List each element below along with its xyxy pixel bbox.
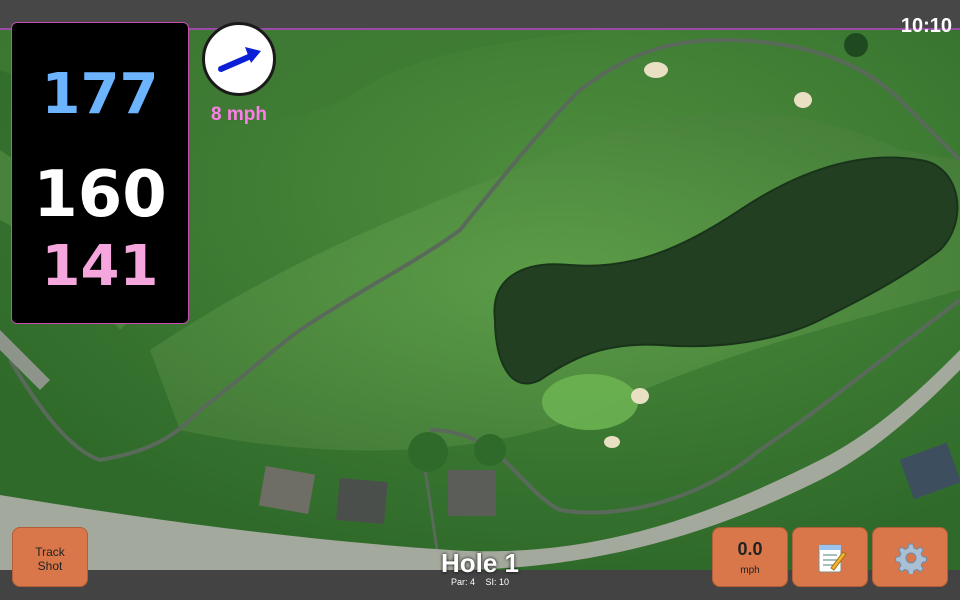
hole-info: Par: 4 SI: 10 — [380, 577, 580, 587]
hole-stroke-index: SI: 10 — [485, 577, 510, 587]
wind-direction-dial — [202, 22, 276, 96]
notes-button[interactable] — [792, 527, 868, 587]
settings-button[interactable] — [872, 527, 948, 587]
yardage-panel: 177 160 141 — [11, 22, 189, 324]
hole-par: Par: 4 — [450, 577, 475, 587]
speed-unit: mph — [740, 565, 760, 576]
hole-title: Hole 1 — [440, 548, 520, 578]
notepad-icon — [818, 544, 847, 573]
front-yardage: 141 — [41, 234, 159, 299]
speed-value: 0.0 — [737, 539, 763, 559]
center-yardage: 160 — [33, 158, 167, 232]
wind-speed: 8 mph — [211, 104, 267, 125]
gear-icon — [895, 543, 927, 574]
clock: 10:10 — [900, 15, 952, 37]
track-shot-button[interactable]: Track Shot — [12, 527, 88, 587]
back-yardage: 177 — [41, 62, 159, 127]
speed-button[interactable]: 0.0 mph — [712, 527, 788, 587]
track-shot-label: Track Shot — [35, 545, 65, 573]
wind-arrow-icon — [218, 47, 261, 72]
